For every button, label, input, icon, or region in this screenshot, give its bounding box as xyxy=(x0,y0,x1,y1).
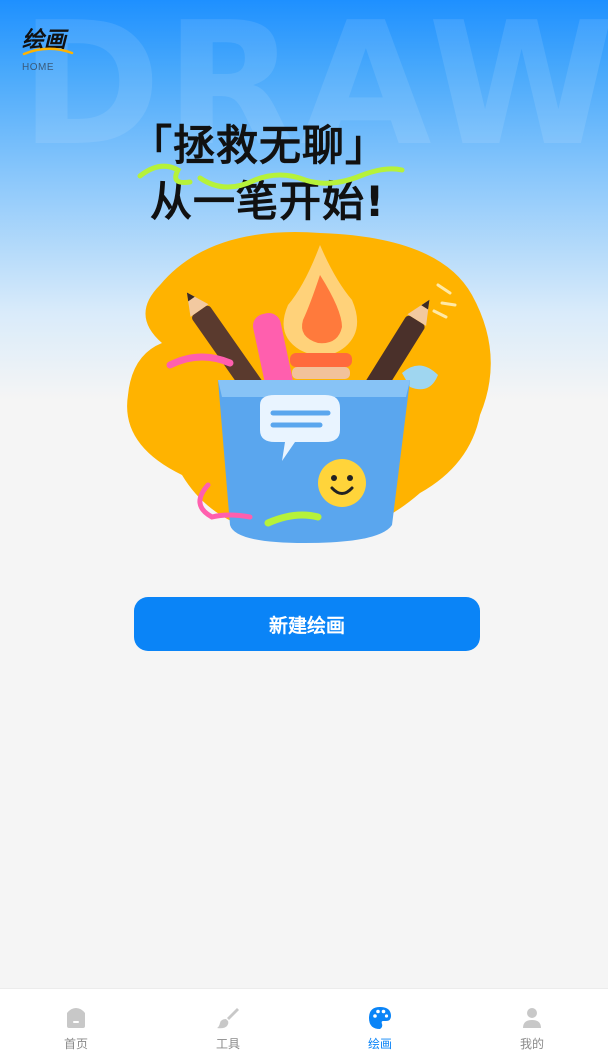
tab-profile[interactable]: 我的 xyxy=(456,989,608,1064)
brand-swoosh-icon xyxy=(22,47,74,56)
tab-label-profile: 我的 xyxy=(519,1037,544,1051)
pencil-cup-illustration xyxy=(127,232,491,543)
tab-label-tools: 工具 xyxy=(215,1037,240,1051)
brand-subtitle: HOME xyxy=(22,62,54,73)
palette-icon xyxy=(369,1007,391,1029)
brush-icon xyxy=(217,1008,239,1029)
tab-draw[interactable]: 绘画 xyxy=(304,989,456,1064)
tab-label-home: 首页 xyxy=(63,1037,88,1051)
home-icon xyxy=(67,1008,85,1028)
brand: 绘画 HOME xyxy=(22,30,74,73)
tab-home[interactable]: 首页 xyxy=(0,989,152,1064)
new-drawing-button[interactable]: 新建绘画 xyxy=(134,597,480,651)
tab-label-draw: 绘画 xyxy=(367,1037,392,1051)
user-icon xyxy=(523,1008,541,1028)
slogan-line-1: 「拯救无聊」 xyxy=(130,121,389,170)
tab-tools[interactable]: 工具 xyxy=(152,989,304,1064)
bottom-tab-bar: 首页 工具 绘画 我的 xyxy=(0,988,608,1064)
